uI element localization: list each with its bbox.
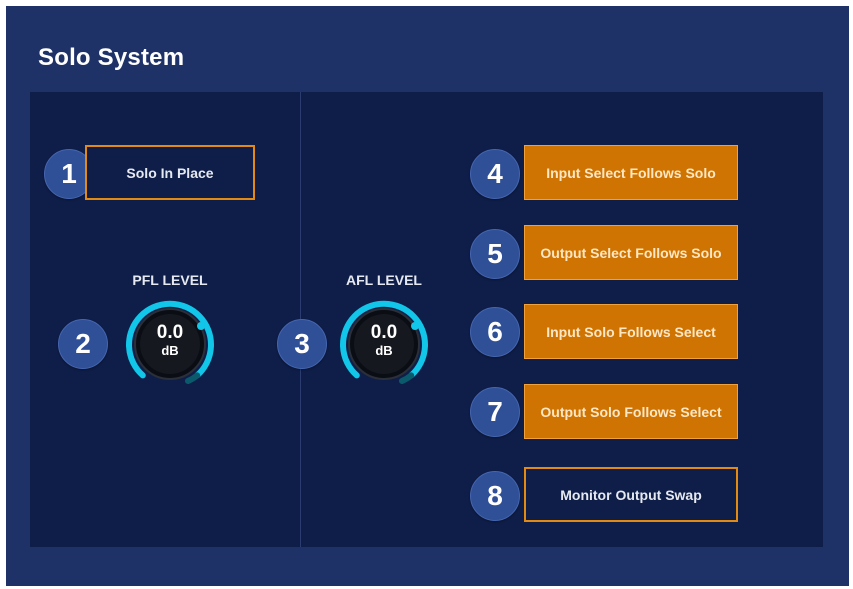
pfl-level-value: 0.0 — [156, 322, 184, 343]
afl-level-value: 0.0 — [370, 322, 398, 343]
callout-badge-8: 8 — [470, 471, 520, 521]
afl-level-unit: dB — [375, 343, 393, 358]
callout-badge-2: 2 — [58, 319, 108, 369]
pfl-level-label: PFL LEVEL — [132, 272, 208, 288]
monitor-output-swap-button[interactable]: Monitor Output Swap — [524, 467, 738, 522]
input-solo-follows-select-button[interactable]: Input Solo Follows Select — [524, 304, 738, 359]
callout-badge-7: 7 — [470, 387, 520, 437]
output-select-follows-solo-button[interactable]: Output Select Follows Solo — [524, 225, 738, 280]
callout-badge-4: 4 — [470, 149, 520, 199]
afl-level-label: AFL LEVEL — [346, 272, 422, 288]
callout-badge-3: 3 — [277, 319, 327, 369]
callout-badge-6: 6 — [470, 307, 520, 357]
input-select-follows-solo-button[interactable]: Input Select Follows Solo — [524, 145, 738, 200]
callout-badge-5: 5 — [470, 229, 520, 279]
panel-title: Solo System — [38, 44, 185, 71]
pfl-level-knob[interactable]: 0.0 dB — [122, 296, 218, 392]
solo-in-place-button[interactable]: Solo In Place — [85, 145, 255, 200]
output-solo-follows-select-button[interactable]: Output Solo Follows Select — [524, 384, 738, 439]
afl-level-knob[interactable]: 0.0 dB — [336, 296, 432, 392]
pfl-level-unit: dB — [161, 343, 179, 358]
